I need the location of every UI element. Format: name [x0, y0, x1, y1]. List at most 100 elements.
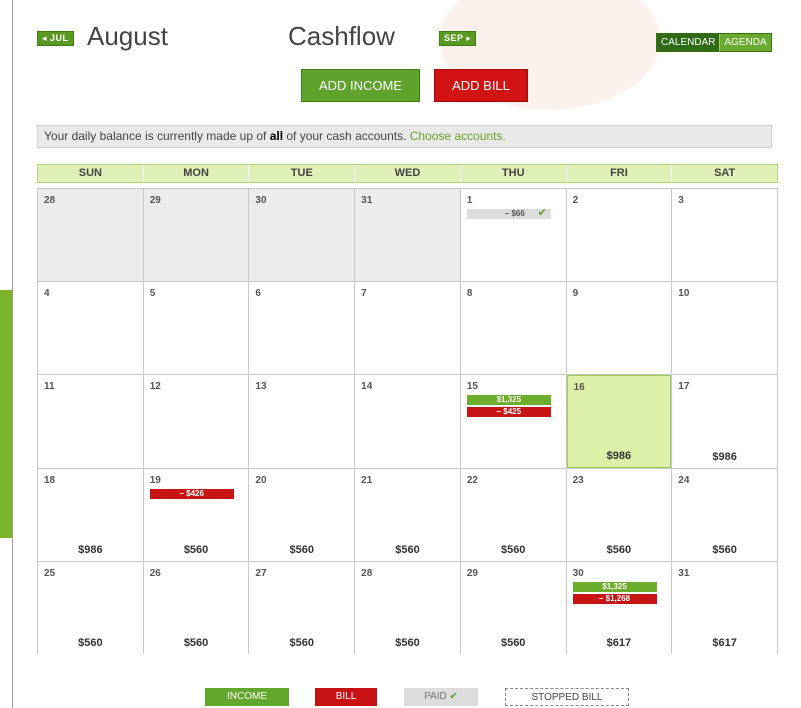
weekday-mon: MON — [144, 165, 250, 182]
calendar-day[interactable]: 17 $986 — [672, 375, 777, 468]
day-number: 19 — [149, 474, 161, 486]
paid-transaction[interactable]: – $66 ✔ — [466, 208, 551, 219]
day-balance: $986 — [606, 449, 632, 462]
day-number: 4 — [44, 288, 50, 300]
calendar-day[interactable]: 19 – $426 $560 — [143, 468, 249, 561]
calendar-day[interactable]: 20 $560 — [249, 468, 355, 561]
calendar-day[interactable]: 30 — [249, 189, 355, 282]
day-balance: $560 — [183, 543, 209, 556]
transaction-amount: $1,325 — [602, 581, 627, 591]
calendar-day[interactable]: 11 — [38, 375, 143, 468]
calendar-day[interactable]: 21 $560 — [355, 468, 460, 561]
calendar-day[interactable]: 24 $560 — [672, 468, 777, 561]
agenda-view-button[interactable]: AGENDA — [719, 34, 771, 51]
calendar-day[interactable]: 30 $1,325 – $1,268 $617 — [566, 561, 672, 654]
day-number: 21 — [361, 474, 373, 486]
view-toggle: CALENDAR AGENDA — [656, 33, 772, 52]
calendar-day[interactable]: 31 $617 — [672, 561, 777, 654]
weekday-sun: SUN — [38, 165, 144, 182]
day-number: 20 — [255, 474, 267, 486]
day-number: 25 — [44, 567, 56, 579]
day-number: 29 — [466, 567, 478, 579]
calendar-day[interactable]: 9 — [566, 282, 672, 375]
weekday-tue: TUE — [249, 165, 356, 182]
day-number: 28 — [361, 567, 373, 579]
income-transaction[interactable]: $1,325 — [572, 581, 657, 592]
day-number: 16 — [573, 382, 585, 394]
calendar-day[interactable]: 28 $560 — [355, 561, 460, 654]
calendar-day[interactable]: 31 — [355, 189, 460, 282]
day-number: 9 — [572, 288, 579, 300]
calendar-day[interactable]: 14 — [355, 375, 460, 468]
transaction-amount: – $425 — [496, 407, 522, 417]
day-balance: $986 — [712, 450, 737, 463]
calendar-day[interactable]: 28 — [38, 189, 143, 282]
day-number: 22 — [466, 474, 478, 486]
calendar-day[interactable]: 23 $560 — [566, 468, 672, 561]
weekday-thu: THU — [461, 165, 567, 182]
day-number: 7 — [361, 288, 367, 300]
calendar-day[interactable]: 27 $560 — [249, 561, 355, 654]
bill-transaction[interactable]: – $425 — [466, 407, 551, 418]
transaction-amount: – $66 — [504, 209, 525, 218]
calendar-day[interactable]: 29 — [143, 189, 249, 282]
day-balance: $986 — [78, 543, 103, 556]
calendar-view-button[interactable]: CALENDAR — [657, 34, 720, 51]
day-number: 27 — [255, 567, 267, 579]
day-balance: $560 — [395, 543, 420, 556]
transaction-amount: – $1,268 — [598, 593, 631, 603]
day-number: 8 — [466, 288, 473, 300]
calendar-day[interactable]: 22 $560 — [460, 468, 566, 561]
calendar-day[interactable]: 12 — [143, 375, 249, 468]
notice-text-after: of your cash accounts. — [283, 129, 410, 143]
bill-transaction[interactable]: – $426 — [149, 488, 234, 499]
day-balance: $560 — [606, 543, 632, 556]
day-number: 1 — [466, 195, 473, 206]
day-number: 13 — [255, 381, 267, 393]
calendar-day[interactable]: 5 — [143, 282, 249, 375]
day-number: 29 — [149, 195, 161, 206]
notice-text: Your daily balance is currently made up … — [44, 129, 270, 143]
day-balance: $560 — [712, 543, 737, 556]
day-balance: $560 — [395, 636, 420, 649]
day-number: 11 — [44, 381, 55, 393]
day-balance: $560 — [500, 543, 526, 556]
calendar-day[interactable]: 6 — [249, 282, 355, 375]
calendar-grid: 28 29 30 31 1– $66 ✔ 2 3 4 5 6 7 8 9 10 11 12 13 14 15 $1,32… — [37, 188, 778, 654]
day-number: 31 — [361, 195, 373, 206]
weekday-header: SUN MON TUE WED THU FRI SAT — [37, 164, 778, 183]
sidebar-accent — [0, 290, 12, 538]
choose-accounts-link[interactable]: Choose accounts. — [410, 129, 506, 143]
calendar-day[interactable]: 10 — [672, 282, 777, 375]
income-transaction[interactable]: $1,325 — [466, 395, 551, 406]
day-number: 15 — [466, 381, 478, 393]
balance-notice: Your daily balance is currently made up … — [37, 125, 772, 148]
calendar-day[interactable]: 3 — [672, 189, 777, 282]
day-number: 23 — [572, 474, 584, 486]
calendar-day[interactable]: 25 $560 — [38, 561, 143, 654]
add-bill-button[interactable]: ADD BILL — [434, 69, 528, 102]
calendar-day[interactable]: 4 — [38, 282, 143, 375]
day-balance: $617 — [712, 636, 737, 649]
calendar-day[interactable]: 2 — [566, 189, 672, 282]
add-income-button[interactable]: ADD INCOME — [301, 69, 420, 102]
calendar-day[interactable]: 13 — [249, 375, 355, 468]
day-number: 24 — [678, 474, 690, 486]
day-balance: $560 — [289, 543, 315, 556]
calendar-day[interactable]: 1 – $66 ✔ — [460, 189, 566, 282]
prev-month-button[interactable]: ◂ JUL — [37, 31, 74, 46]
transaction-amount: – $426 — [179, 488, 204, 498]
day-number: 2 — [572, 195, 579, 206]
day-balance: $560 — [500, 636, 526, 649]
calendar-day[interactable]: 18 $986 — [38, 468, 143, 561]
day-number: 10 — [678, 288, 690, 300]
calendar-day[interactable]: 26 $560 — [143, 561, 249, 654]
calendar-day[interactable]: 16 $986 — [566, 375, 672, 468]
calendar-day[interactable]: 15 $1,325 – $425 — [460, 375, 566, 468]
calendar-day[interactable]: 29 $560 — [460, 561, 566, 654]
next-month-button[interactable]: SEP ▸ — [439, 31, 477, 46]
bill-transaction[interactable]: – $1,268 — [572, 593, 657, 604]
weekday-fri: FRI — [567, 165, 673, 182]
calendar-day[interactable]: 8 — [460, 282, 566, 375]
calendar-day[interactable]: 7 — [355, 282, 460, 375]
